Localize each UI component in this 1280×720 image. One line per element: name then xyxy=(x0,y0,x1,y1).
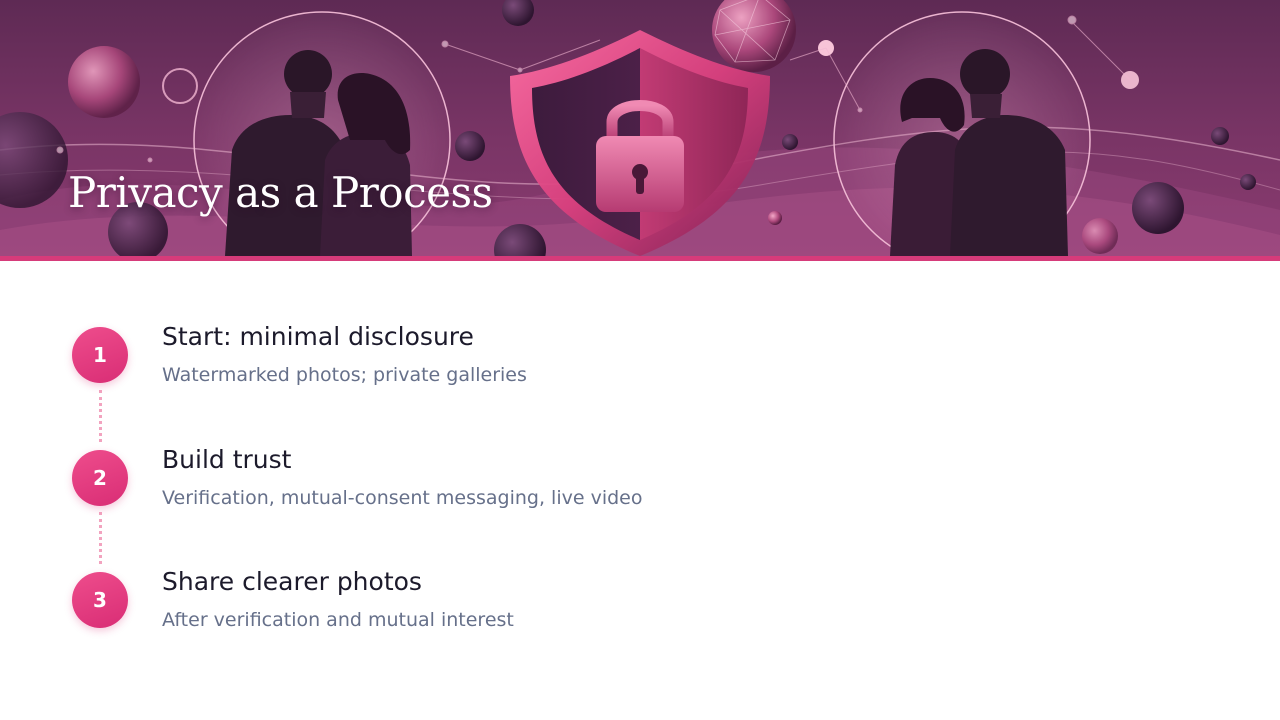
step-title: Share clearer photos xyxy=(162,567,422,596)
process-step: 3 Share clearer photos After verificatio… xyxy=(70,567,970,657)
process-step: 1 Start: minimal disclosure Watermarked … xyxy=(70,322,970,412)
couple-right-illustration xyxy=(833,11,1091,256)
step-title: Start: minimal disclosure xyxy=(162,322,474,351)
step-number-badge: 3 xyxy=(72,572,128,628)
orb xyxy=(68,46,140,118)
step-title: Build trust xyxy=(162,445,292,474)
slide: Privacy as a Process 1 Start: minimal di… xyxy=(0,0,1280,720)
step-description: After verification and mutual interest xyxy=(162,609,514,631)
hero-illustration xyxy=(0,0,1280,256)
accent-divider xyxy=(0,256,1280,261)
geodesic-sphere-icon xyxy=(712,0,796,72)
step-number-badge: 2 xyxy=(72,450,128,506)
step-description: Verification, mutual-consent messaging, … xyxy=(162,487,643,509)
page-title: Privacy as a Process xyxy=(68,168,493,217)
hero-banner: Privacy as a Process xyxy=(0,0,1280,256)
step-description: Watermarked photos; private galleries xyxy=(162,364,527,386)
couple-left-illustration xyxy=(193,11,451,256)
step-number-badge: 1 xyxy=(72,327,128,383)
process-step: 2 Build trust Verification, mutual-conse… xyxy=(70,445,970,535)
